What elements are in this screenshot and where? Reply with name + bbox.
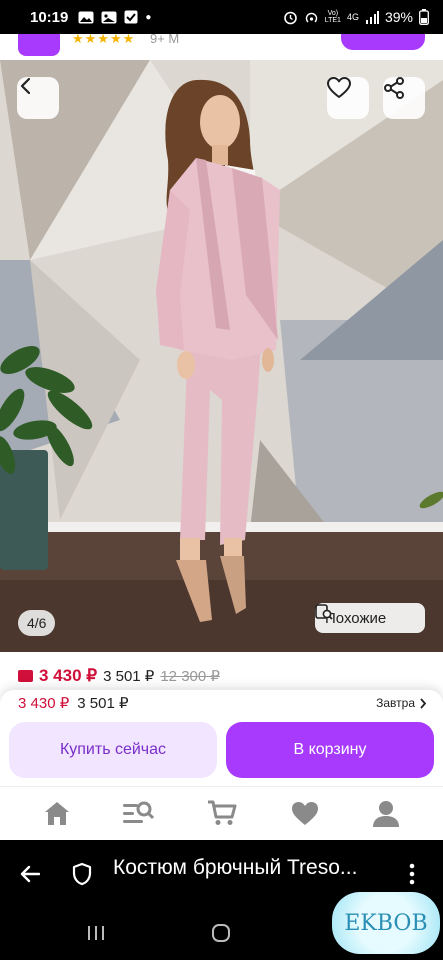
share-icon	[384, 77, 404, 99]
tab-cart[interactable]	[205, 797, 239, 829]
heart-icon	[292, 801, 318, 825]
home-circle-icon	[212, 924, 230, 942]
cart-icon	[208, 800, 237, 825]
tab-profile[interactable]	[369, 797, 403, 829]
alarm-icon	[283, 11, 297, 24]
browser-back-button[interactable]	[16, 860, 44, 888]
security-shield-button[interactable]	[68, 860, 96, 888]
status-right-icons: Vo) LTE1 4G 39%	[283, 9, 429, 25]
store-logo[interactable]	[18, 34, 60, 56]
volte-icon: Vo) LTE1	[325, 10, 341, 24]
dot-icon: ●	[145, 11, 152, 23]
network-type: 4G	[346, 12, 359, 22]
sheet-price-row: 3 430 ₽ 3 501 ₽	[18, 694, 129, 712]
lte-label: LTE1	[324, 17, 341, 24]
volte-label: Vo)	[327, 10, 339, 17]
similar-button[interactable]: Похожие	[315, 603, 425, 633]
tab-catalog-search[interactable]	[121, 797, 155, 829]
product-photo	[0, 60, 443, 652]
shield-icon	[72, 862, 92, 886]
gallery-page-indicator: 4/6	[18, 610, 56, 636]
battery-icon	[419, 9, 429, 25]
heart-icon	[327, 77, 351, 98]
buy-now-button[interactable]: Купить сейчас	[9, 722, 217, 778]
notification-icons: ●	[78, 10, 151, 24]
back-button[interactable]	[17, 77, 59, 119]
current-price: 3 430 ₽	[39, 666, 98, 685]
home-system-button[interactable]	[208, 921, 234, 945]
home-icon	[45, 802, 69, 825]
watermark-text: EKBOB	[344, 910, 428, 936]
bottom-tab-bar	[0, 786, 443, 840]
delivery-date-link[interactable]: Завтра	[376, 696, 427, 710]
hotspot-icon	[305, 12, 317, 22]
more-options-button[interactable]	[400, 860, 424, 888]
recent-apps-icon	[88, 926, 104, 940]
profile-icon	[373, 800, 399, 827]
add-to-cart-button[interactable]: В корзину	[226, 722, 434, 778]
chevron-right-icon	[420, 697, 427, 709]
similar-button-label: Похожие	[325, 609, 387, 627]
more-vertical-icon	[409, 863, 415, 885]
alternative-price: 3 501 ₽	[103, 668, 155, 685]
delivery-date-label: Завтра	[376, 696, 415, 710]
tab-home[interactable]	[40, 797, 74, 829]
price-area: 3 430 ₽ 3 501 ₽ 12 300 ₽ 3 430 ₽ 3 501 ₽…	[0, 652, 443, 786]
catalog-search-icon	[123, 801, 154, 823]
sheet-price: 3 430 ₽	[18, 695, 70, 712]
watermark-logo: EKBOB	[332, 892, 440, 954]
checkbox-notification-icon	[124, 10, 138, 24]
old-price: 12 300 ₽	[160, 668, 220, 685]
store-rating-label: 9+ M	[150, 34, 180, 46]
signal-icon	[365, 10, 379, 24]
tab-favorites[interactable]	[288, 797, 322, 829]
price-row: 3 430 ₽ 3 501 ₽ 12 300 ₽	[18, 666, 220, 686]
store-action-button[interactable]	[341, 34, 425, 50]
wallet-icon	[18, 670, 33, 682]
rating-stars-icon: ★★★★★	[72, 34, 136, 46]
page-title: Костюм брючный Treso...	[113, 856, 358, 879]
product-image-gallery[interactable]: 4/6 Похожие	[0, 60, 443, 652]
gallery-notification-icon	[78, 11, 94, 23]
status-time: 10:19	[30, 8, 69, 26]
chevron-left-icon	[20, 77, 31, 95]
store-header: ★★★★★ 9+ M	[0, 34, 443, 60]
recent-apps-button[interactable]	[84, 922, 108, 944]
status-bar: 10:19 ● Vo) LTE1 4G 39%	[0, 0, 443, 34]
purchase-sheet: 3 430 ₽ 3 501 ₽ Завтра Купить сейчас В к…	[0, 690, 443, 786]
image-notification-icon	[101, 11, 117, 23]
similar-search-icon	[315, 604, 333, 620]
share-button[interactable]	[383, 77, 425, 119]
arrow-left-icon	[20, 865, 40, 883]
sheet-alt-price: 3 501 ₽	[77, 695, 129, 712]
battery-percent: 39%	[384, 9, 413, 25]
favorite-button[interactable]	[327, 77, 369, 119]
